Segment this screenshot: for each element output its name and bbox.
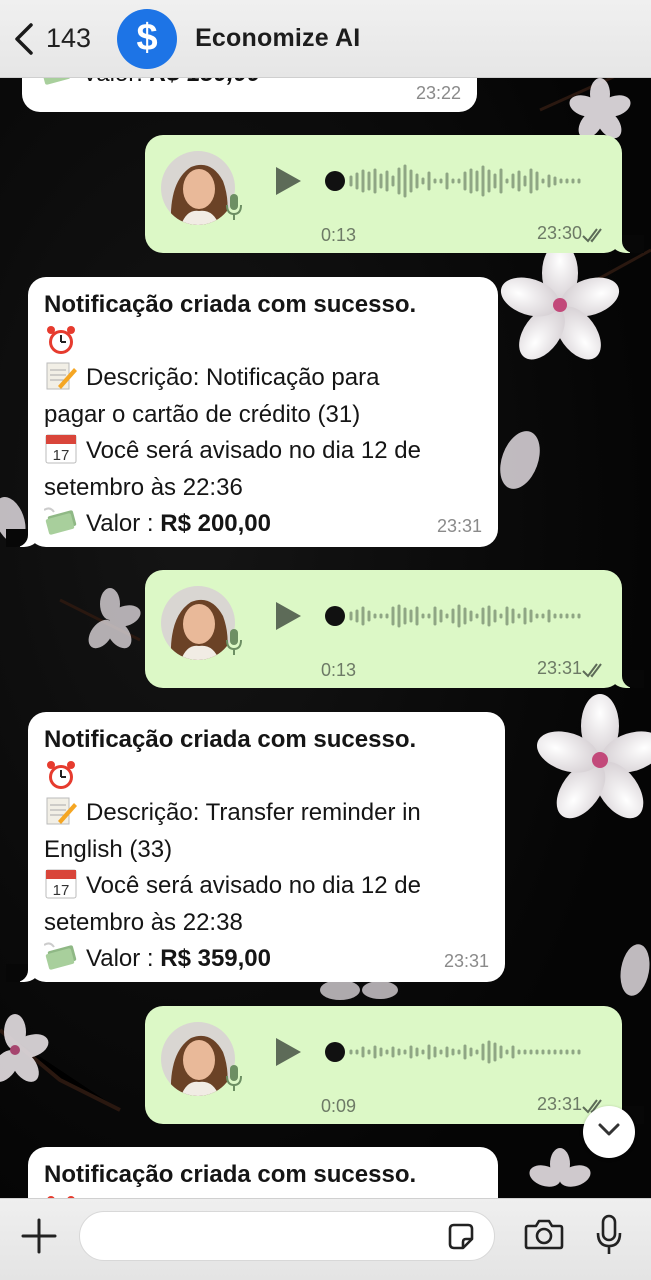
value-label: Valor :: [86, 945, 161, 972]
description-text-2: English (33): [44, 835, 173, 863]
chevron-left-icon: [12, 22, 36, 56]
message-bubble-incoming[interactable]: Notificação criada com sucesso. Descriçã…: [6, 712, 505, 982]
play-icon[interactable]: [273, 165, 303, 202]
notification-title: Notificação criada com sucesso.: [44, 291, 417, 318]
double-check-icon: [582, 662, 608, 683]
calendar-icon: 17: [44, 868, 78, 899]
chat-title[interactable]: Economize AI: [195, 24, 360, 53]
dollar-icon: $: [136, 17, 158, 59]
back-button[interactable]: 143: [12, 22, 91, 56]
audio-waveform[interactable]: [323, 161, 651, 201]
message-time: 23:31: [443, 951, 489, 971]
description-line: Descrição: Transfer reminder in: [44, 795, 489, 832]
voice-duration: 0:09: [321, 1096, 357, 1116]
memo-pencil-icon: [44, 360, 78, 390]
alarm-line: [44, 324, 482, 361]
memo-pencil-icon: [44, 795, 78, 825]
alarm-clock-icon: [44, 759, 78, 789]
date-text-1: Você será avisado no dia 12 de: [86, 437, 421, 464]
description-text-1: Descrição: Notificação para: [86, 364, 380, 391]
message-time: 23:31: [536, 1094, 582, 1114]
alarm-line: [44, 759, 489, 796]
notification-title: Notificação criada com sucesso.: [44, 1161, 417, 1188]
message-time: 23:30: [536, 223, 582, 243]
alarm-clock-icon: [44, 324, 78, 354]
voice-duration: 0:13: [321, 660, 357, 680]
scroll-to-bottom-button[interactable]: [583, 1106, 635, 1158]
value-line: Valor : R$ 359,00: [44, 941, 489, 978]
date-text-1: Você será avisado no dia 12 de: [86, 872, 421, 899]
sticker-icon[interactable]: [445, 1221, 477, 1258]
message-input-wrapper: [79, 1211, 495, 1261]
date-line: 17 Você será avisado no dia 12 de: [44, 868, 489, 905]
message-time: 23:31: [536, 658, 582, 678]
date-line: 17 Você será avisado no dia 12 de: [44, 433, 482, 470]
message-list[interactable]: Valor: R$ 150,00 23:22 0:13 23:30 Notifi…: [0, 58, 651, 1227]
unread-count: 143: [46, 23, 92, 53]
notification-title: Notificação criada com sucesso.: [44, 726, 417, 753]
play-icon[interactable]: [273, 600, 303, 637]
play-icon[interactable]: [273, 1036, 303, 1073]
description-line: Descrição: Notificação para: [44, 360, 482, 397]
message-input[interactable]: [98, 1212, 438, 1260]
audio-waveform[interactable]: [323, 596, 651, 636]
microphone-icon: [225, 1064, 243, 1097]
chat-header: 143 $ Economize AI: [0, 0, 651, 78]
composer-bar: [0, 1198, 651, 1280]
double-check-icon: [582, 227, 608, 248]
calendar-day: 17: [53, 447, 70, 464]
plus-icon[interactable]: [20, 1217, 58, 1260]
message-time: 23:22: [415, 83, 461, 103]
calendar-icon: 17: [44, 433, 78, 464]
contact-avatar[interactable]: $: [117, 8, 178, 69]
description-text-2: pagar o cartão de crédito (31): [44, 400, 361, 428]
date-text-2: setembro às 22:36: [44, 473, 243, 501]
microphone-icon: [225, 193, 243, 226]
voice-message-outgoing[interactable]: 0:13 23:31: [145, 570, 644, 688]
value-label: Valor :: [86, 510, 161, 537]
sender-avatar: [161, 151, 235, 225]
value-amount: R$ 359,00: [160, 945, 272, 972]
message-time: 23:31: [436, 516, 482, 536]
chevron-down-icon: [597, 1122, 621, 1143]
money-with-wings-icon: [44, 941, 78, 971]
money-with-wings-icon: [44, 506, 78, 536]
microphone-icon: [225, 628, 243, 661]
sender-avatar: [161, 586, 235, 660]
description-text-1: Descrição: Transfer reminder in: [86, 799, 421, 826]
value-line: Valor : R$ 200,00: [44, 506, 482, 543]
voice-message-outgoing[interactable]: 0:09 23:31: [145, 1006, 644, 1124]
microphone-icon[interactable]: [594, 1213, 624, 1262]
audio-waveform[interactable]: [323, 1032, 651, 1072]
value-amount: R$ 200,00: [160, 510, 272, 537]
calendar-day: 17: [53, 882, 70, 899]
date-text-2: setembro às 22:38: [44, 908, 243, 936]
camera-icon[interactable]: [524, 1217, 564, 1256]
message-bubble-incoming[interactable]: Notificação criada com sucesso. Descriçã…: [6, 277, 498, 547]
sender-avatar: [161, 1022, 235, 1096]
voice-message-outgoing[interactable]: 0:13 23:30: [145, 135, 644, 253]
voice-duration: 0:13: [321, 225, 357, 245]
